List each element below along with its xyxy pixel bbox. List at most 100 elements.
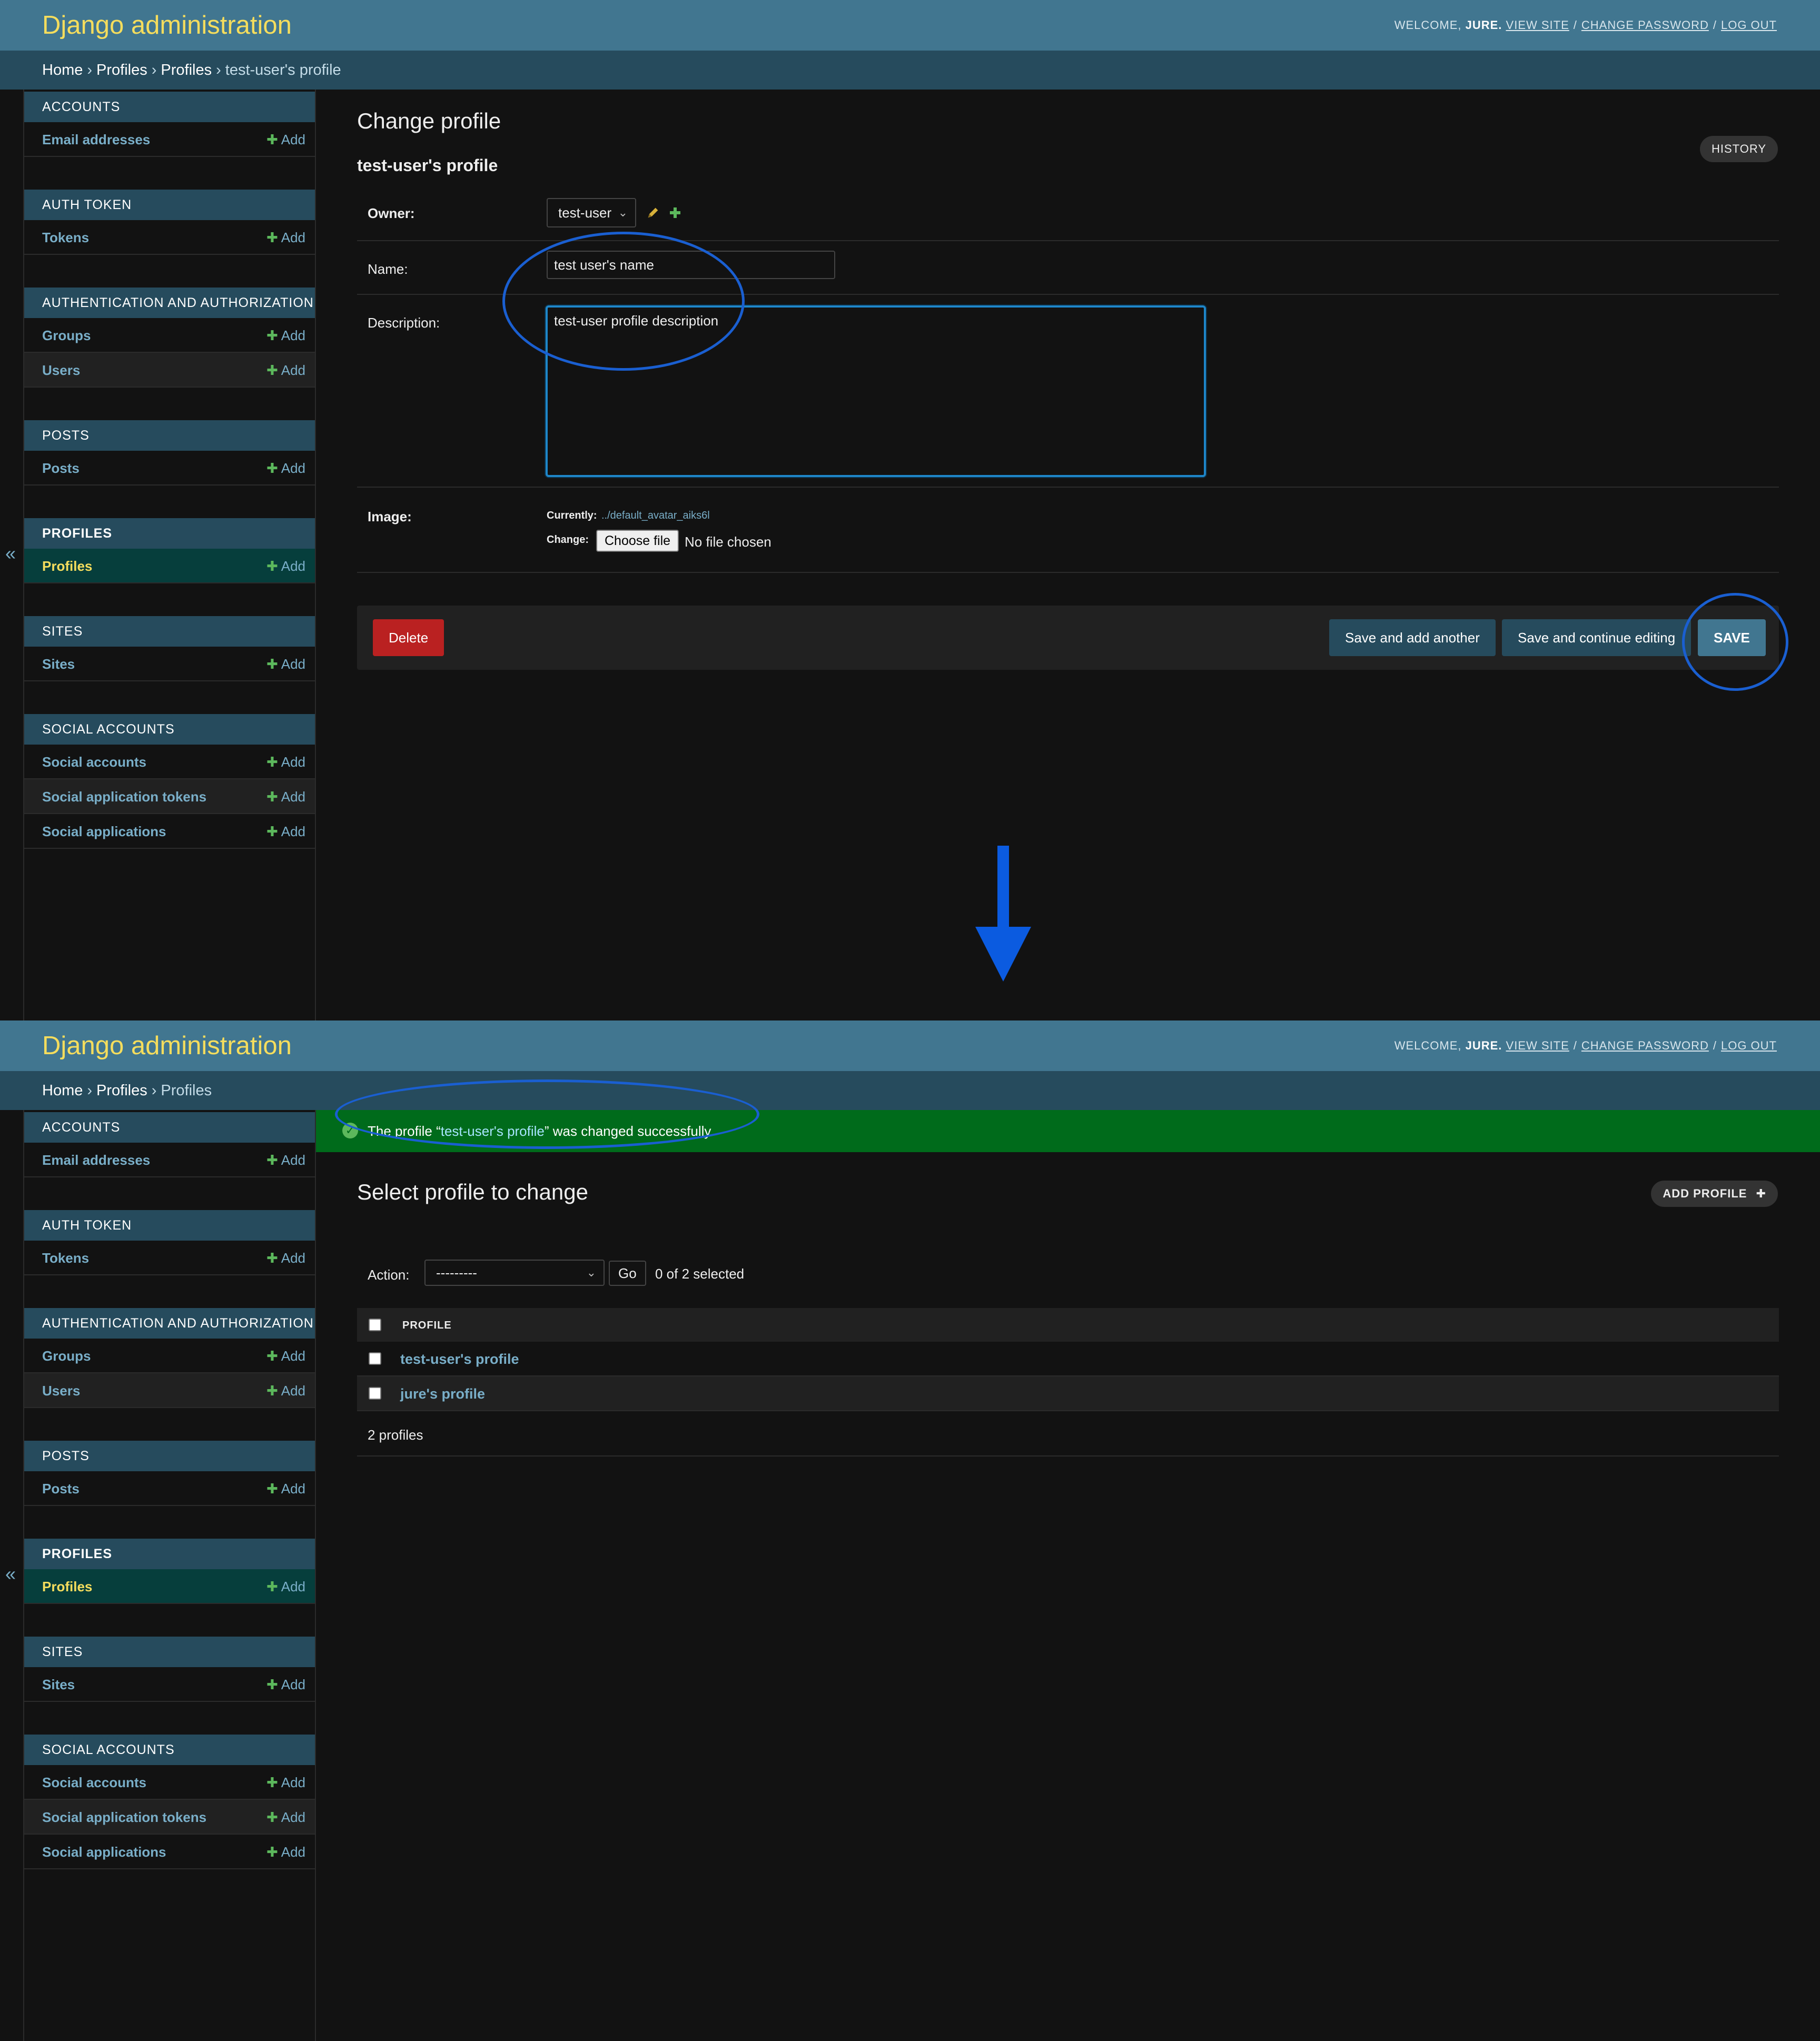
sidebar-add-link[interactable]: ✚ Add: [266, 745, 305, 779]
change-label: Change:: [547, 534, 589, 546]
sidebar-module-title[interactable]: PROFILES: [24, 518, 315, 549]
plus-icon: ✚: [266, 789, 278, 805]
sidebar-item-label[interactable]: Tokens: [42, 230, 89, 245]
sidebar-add-link[interactable]: ✚ Add: [266, 318, 305, 353]
sidebar-add-link[interactable]: ✚ Add: [266, 220, 305, 255]
row-checkbox[interactable]: [369, 1387, 381, 1400]
sidebar-item-label[interactable]: Social application tokens: [42, 1809, 206, 1825]
site-brand[interactable]: Django administration: [42, 0, 292, 51]
sidebar-module-title[interactable]: SITES: [24, 1637, 315, 1667]
sidebar-item-label[interactable]: Social accounts: [42, 1775, 146, 1790]
sidebar-item-label[interactable]: Users: [42, 1383, 80, 1399]
sidebar-item-label[interactable]: Social application tokens: [42, 789, 206, 805]
change-password-link[interactable]: CHANGE PASSWORD: [1581, 1039, 1709, 1052]
sidebar-add-link[interactable]: ✚ Add: [266, 814, 305, 849]
sidebar-item-label[interactable]: Social accounts: [42, 754, 146, 770]
view-site-link[interactable]: VIEW SITE: [1506, 1039, 1569, 1052]
breadcrumb-profiles-app[interactable]: Profiles: [96, 62, 147, 78]
name-row: Name: test user's name: [357, 241, 1779, 295]
sidebar-item-label[interactable]: Email addresses: [42, 1152, 150, 1168]
sidebar-module-title[interactable]: AUTH TOKEN: [24, 190, 315, 220]
plus-icon: ✚: [266, 460, 278, 476]
sidebar-item-label[interactable]: Social applications: [42, 824, 166, 839]
sidebar-module-title[interactable]: POSTS: [24, 1441, 315, 1471]
add-profile-button[interactable]: ADD PROFILE ✚: [1651, 1181, 1778, 1207]
current-image-link[interactable]: ../default_avatar_aiks6l: [601, 510, 710, 522]
profile-link[interactable]: jure's profile: [400, 1386, 485, 1402]
sidebar-add-link[interactable]: ✚ Add: [266, 1800, 305, 1835]
sidebar-module-title[interactable]: AUTH TOKEN: [24, 1210, 315, 1241]
site-brand[interactable]: Django administration: [42, 1020, 292, 1071]
collapse-sidebar-icon[interactable]: «: [5, 1563, 16, 1585]
sidebar-add-link[interactable]: ✚ Add: [266, 1765, 305, 1800]
sidebar-item-label[interactable]: Sites: [42, 1677, 75, 1692]
plus-icon: ✚: [266, 132, 278, 147]
sidebar-add-link[interactable]: ✚ Add: [266, 1241, 305, 1275]
sidebar-module-title[interactable]: PROFILES: [24, 1539, 315, 1569]
sidebar-item-label[interactable]: Profiles: [42, 1579, 92, 1594]
breadcrumb-profiles-app[interactable]: Profiles: [96, 1082, 147, 1099]
sidebar-item-label[interactable]: Email addresses: [42, 132, 150, 147]
sidebar-item-label[interactable]: Posts: [42, 460, 80, 476]
go-button[interactable]: Go: [609, 1261, 646, 1286]
row-checkbox[interactable]: [369, 1352, 381, 1365]
action-select[interactable]: --------- ⌄: [424, 1260, 605, 1286]
sidebar-item-label[interactable]: Groups: [42, 328, 91, 343]
collapse-sidebar-icon[interactable]: «: [5, 542, 16, 564]
profile-link[interactable]: test-user's profile: [400, 1351, 519, 1368]
sidebar-item-label[interactable]: Tokens: [42, 1250, 89, 1266]
sidebar-add-link[interactable]: ✚ Add: [266, 122, 305, 157]
sidebar-add-link[interactable]: ✚ Add: [266, 1471, 305, 1506]
log-out-link[interactable]: LOG OUT: [1721, 18, 1777, 32]
sidebar-add-link[interactable]: ✚ Add: [266, 1835, 305, 1869]
select-all-checkbox[interactable]: [369, 1319, 381, 1331]
breadcrumb-home[interactable]: Home: [42, 1082, 83, 1099]
sidebar-module-title[interactable]: ACCOUNTS: [24, 92, 315, 122]
sidebar-add-link[interactable]: ✚ Add: [266, 1667, 305, 1702]
history-button[interactable]: HISTORY: [1700, 136, 1778, 162]
save-button[interactable]: SAVE: [1698, 619, 1766, 656]
sidebar-add-link[interactable]: ✚ Add: [266, 451, 305, 486]
sidebar-module-title[interactable]: SOCIAL ACCOUNTS: [24, 1735, 315, 1765]
sidebar-item-label[interactable]: Social applications: [42, 1844, 166, 1860]
sidebar-module-title[interactable]: POSTS: [24, 420, 315, 451]
sidebar-add-link[interactable]: ✚ Add: [266, 549, 305, 583]
sidebar-item-label[interactable]: Posts: [42, 1481, 80, 1497]
sidebar-module-title[interactable]: ACCOUNTS: [24, 1112, 315, 1143]
sidebar-add-link[interactable]: ✚ Add: [266, 779, 305, 814]
save-and-add-another-button[interactable]: Save and add another: [1329, 619, 1496, 656]
pencil-icon[interactable]: [646, 205, 660, 220]
sidebar-add-link[interactable]: ✚ Add: [266, 1569, 305, 1604]
sidebar-module-title[interactable]: AUTHENTICATION AND AUTHORIZATION: [24, 1308, 315, 1339]
sidebar-item-label[interactable]: Users: [42, 362, 80, 378]
breadcrumb-profiles-model[interactable]: Profiles: [161, 62, 212, 78]
sidebar-add-link[interactable]: ✚ Add: [266, 1143, 305, 1177]
sidebar-module-title[interactable]: SITES: [24, 616, 315, 647]
sidebar-item-label[interactable]: Profiles: [42, 558, 92, 574]
message-object-link[interactable]: test-user's profile: [441, 1123, 545, 1139]
plus-icon[interactable]: [669, 206, 681, 219]
sidebar-add-link[interactable]: ✚ Add: [266, 1339, 305, 1373]
sidebar-module-title[interactable]: SOCIAL ACCOUNTS: [24, 714, 315, 745]
sidebar-item-label[interactable]: Groups: [42, 1348, 91, 1364]
sidebar-add-link[interactable]: ✚ Add: [266, 1373, 305, 1408]
sidebar-module-title[interactable]: AUTHENTICATION AND AUTHORIZATION: [24, 288, 315, 318]
delete-button[interactable]: Delete: [373, 619, 444, 656]
column-header-profile[interactable]: PROFILE: [402, 1320, 452, 1332]
view-site-link[interactable]: VIEW SITE: [1506, 18, 1569, 32]
change-password-link[interactable]: CHANGE PASSWORD: [1581, 18, 1709, 32]
owner-select[interactable]: test-user ⌄: [547, 198, 636, 227]
description-textarea[interactable]: test-user profile description: [546, 305, 1206, 477]
table-row: test-user's profile: [357, 1342, 1779, 1376]
name-input[interactable]: test user's name: [547, 251, 835, 279]
breadcrumb-separator: ›: [216, 62, 221, 78]
choose-file-button[interactable]: Choose file: [596, 530, 679, 552]
save-and-continue-button[interactable]: Save and continue editing: [1502, 619, 1692, 656]
plus-icon: ✚: [266, 362, 278, 378]
log-out-link[interactable]: LOG OUT: [1721, 1039, 1777, 1052]
breadcrumb-home[interactable]: Home: [42, 62, 83, 78]
sidebar-item-label[interactable]: Sites: [42, 656, 75, 672]
add-label: Add: [281, 656, 305, 672]
sidebar-add-link[interactable]: ✚ Add: [266, 647, 305, 681]
sidebar-add-link[interactable]: ✚ Add: [266, 353, 305, 388]
